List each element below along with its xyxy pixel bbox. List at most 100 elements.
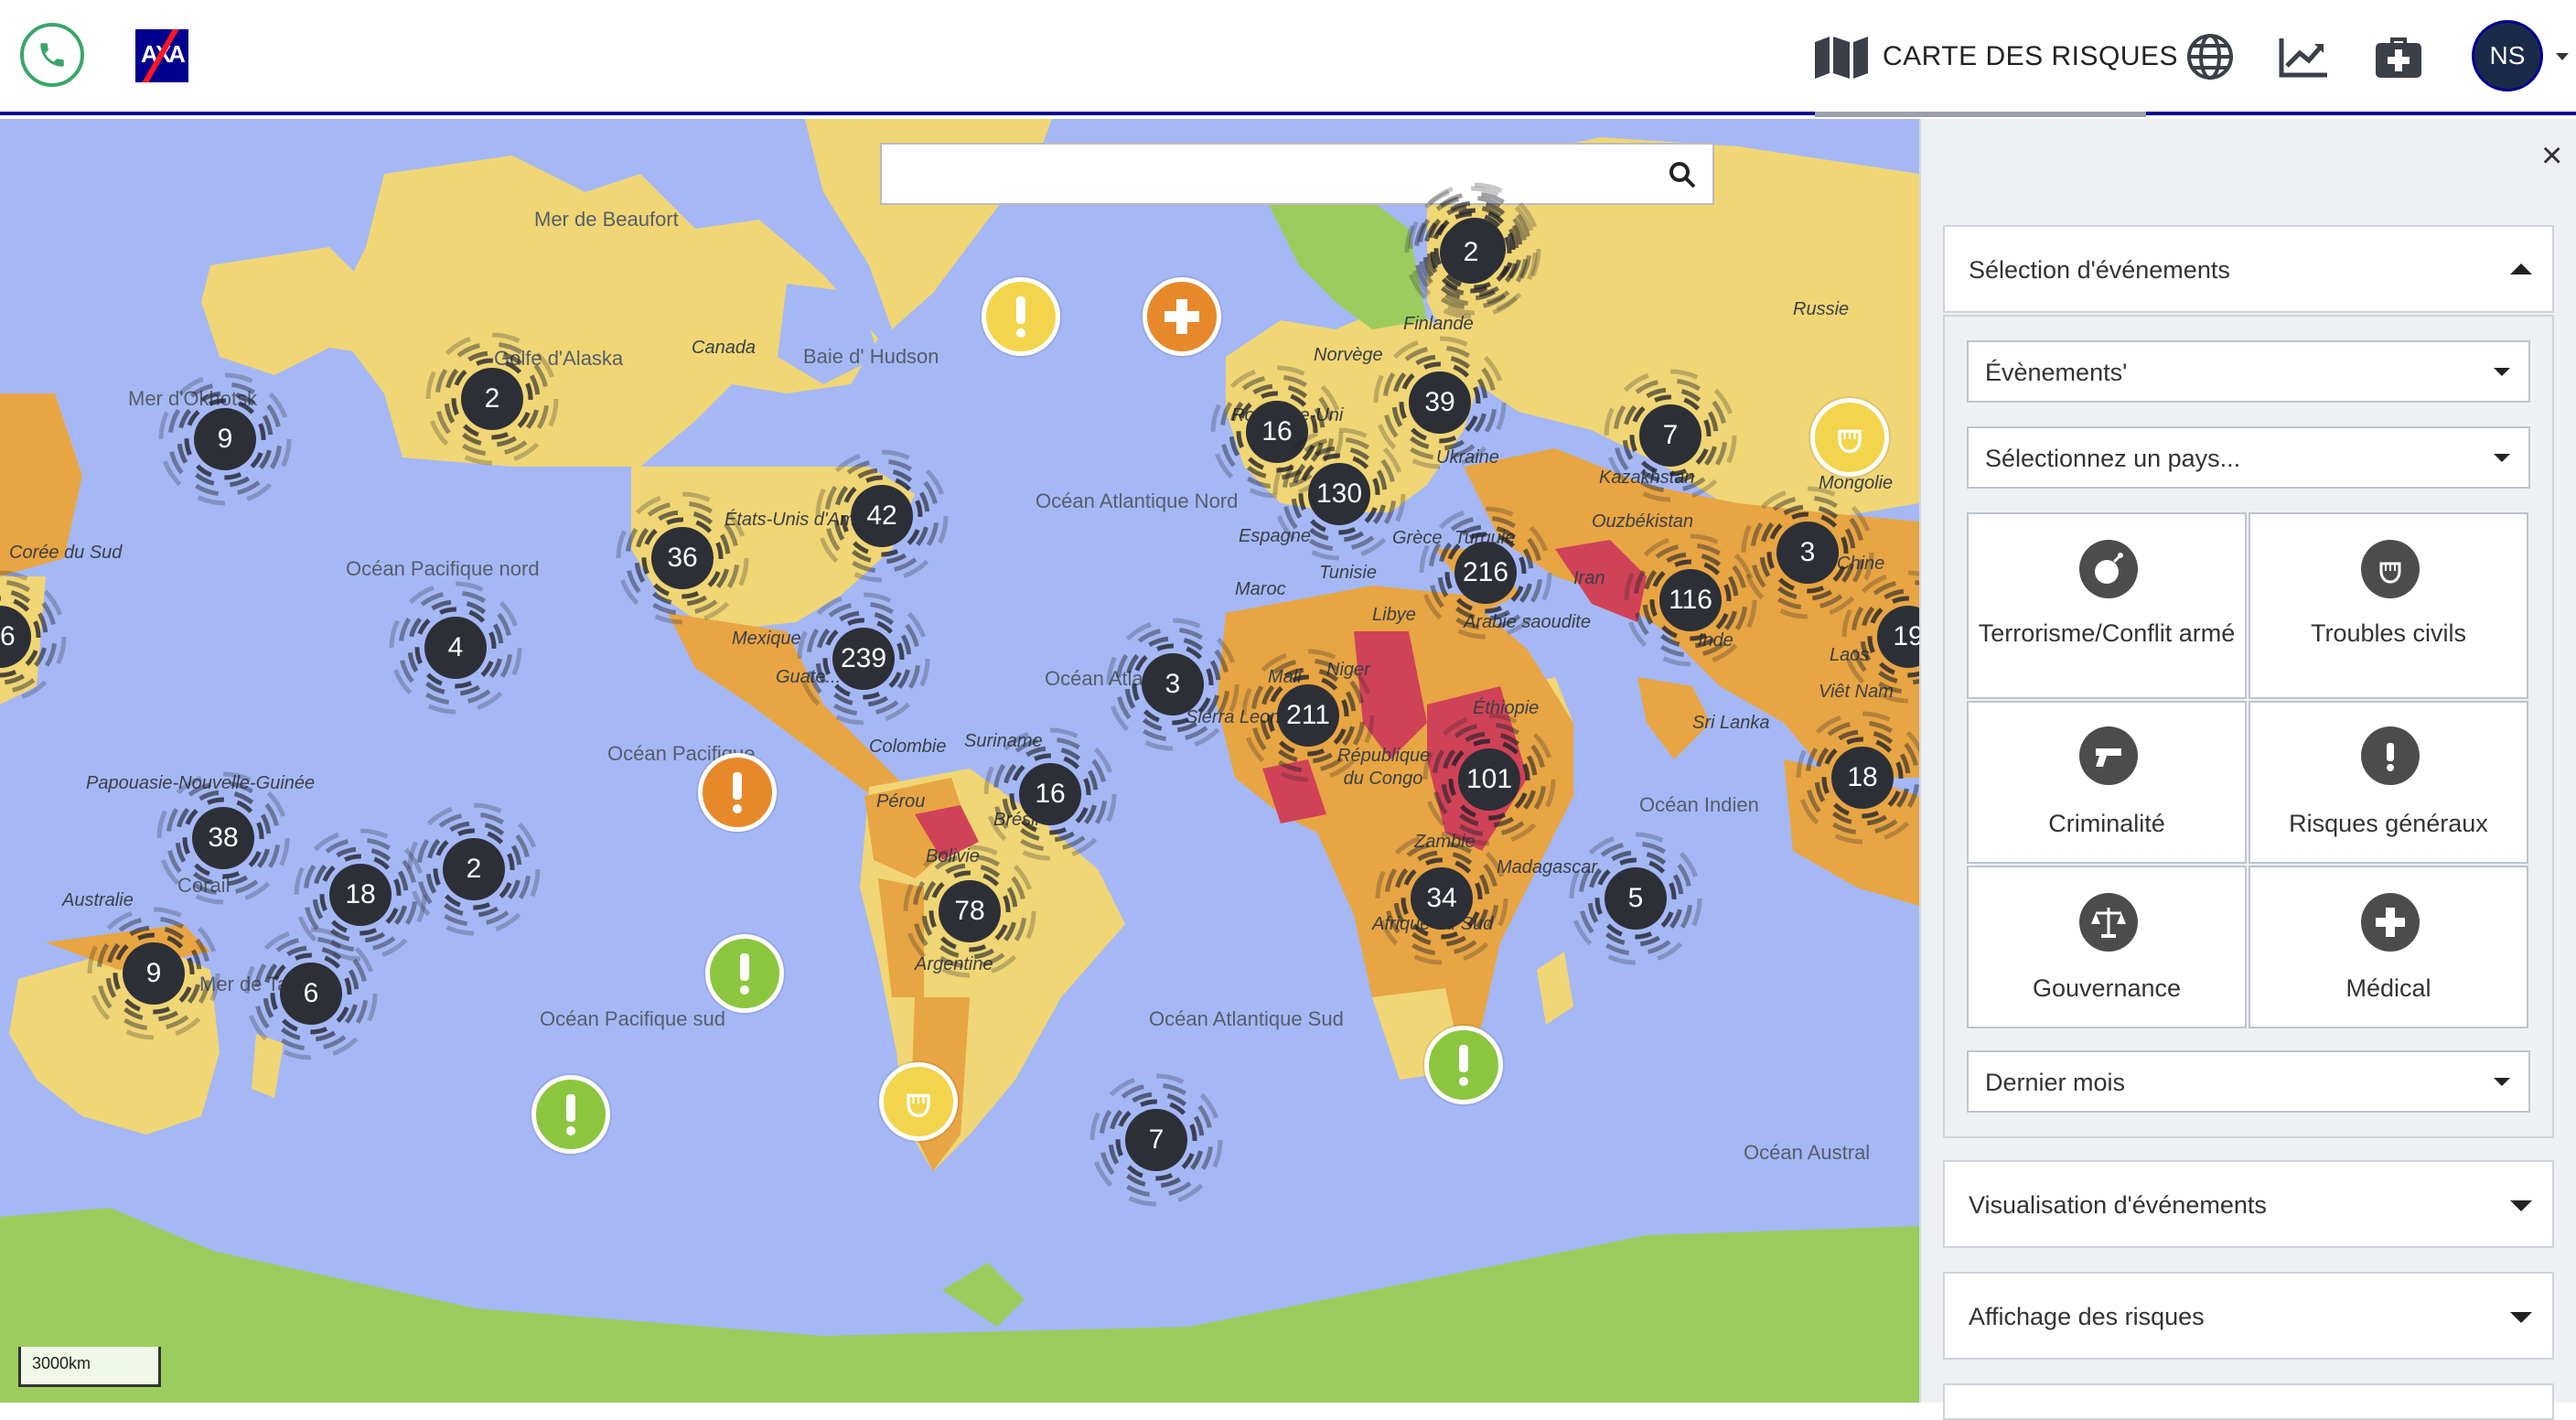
civil-unrest-alert-marker[interactable]: [879, 1062, 958, 1141]
map-label-colombie: Colombie: [869, 737, 947, 757]
map-scale-bar: 3000km: [18, 1347, 161, 1387]
category-governance-label: Gouvernance: [2032, 974, 2182, 1002]
civil-unrest-alert-marker[interactable]: [1810, 398, 1889, 477]
cluster-marker[interactable]: 9: [156, 371, 294, 508]
nav-risk-map[interactable]: CARTE DES RISQUES: [1813, 35, 2178, 79]
period-select-caret-icon: [2494, 1078, 2510, 1086]
cluster-marker[interactable]: 6: [242, 925, 380, 1062]
exclamation-icon: [1459, 1045, 1468, 1086]
map-label-tunisie: Tunisie: [1319, 563, 1377, 583]
section-visualisation-title: Visualisation d'événements: [1969, 1191, 2267, 1219]
cluster-marker[interactable]: 34: [1373, 830, 1510, 967]
section-risks-header[interactable]: Affichage des risques: [1943, 1272, 2554, 1360]
cluster-marker[interactable]: 36: [614, 489, 751, 627]
cluster-marker[interactable]: 78: [901, 843, 1038, 980]
cluster-marker[interactable]: 239: [795, 590, 932, 727]
category-terrorism[interactable]: Terrorisme/Conflit armé: [1967, 512, 2247, 699]
period-select-value: Dernier mois: [1985, 1069, 2126, 1096]
country-select[interactable]: Sélectionnez un pays...: [1967, 426, 2530, 489]
category-medical[interactable]: Médical: [2249, 866, 2528, 1028]
cluster-count: 2: [484, 383, 500, 414]
cluster-marker[interactable]: 3: [1104, 616, 1241, 753]
map-label-russie: Russie: [1793, 299, 1850, 319]
cluster-count: 211: [1286, 700, 1330, 730]
general-alert-marker[interactable]: [705, 934, 784, 1013]
general-alert-marker[interactable]: [1424, 1026, 1503, 1104]
cluster-count: 78: [954, 896, 985, 926]
exclamation-icon: [733, 772, 742, 813]
cluster-marker[interactable]: 101: [1421, 711, 1558, 848]
section-extra-header[interactable]: [1943, 1383, 2554, 1420]
map-search-box[interactable]: [880, 143, 1714, 205]
cluster-count: 38: [208, 823, 239, 853]
world-map-land: [0, 119, 1919, 1403]
user-menu-caret-icon[interactable]: [2556, 53, 2569, 60]
category-civil-unrest[interactable]: Troubles civils: [2249, 512, 2528, 699]
section-risks-title: Affichage des risques: [1969, 1303, 2205, 1330]
map-label-baie-hudson: Baie d' Hudson: [803, 345, 939, 368]
cluster-count: 19: [1893, 621, 1919, 651]
cluster-marker[interactable]: 2: [424, 330, 561, 468]
cluster-count: 216: [1462, 557, 1509, 587]
cluster-count: 7: [1148, 1124, 1165, 1155]
category-crime[interactable]: Criminalité: [1967, 701, 2247, 864]
general-alert-marker[interactable]: [698, 753, 777, 832]
period-select[interactable]: Dernier mois: [1967, 1050, 2530, 1113]
cluster-marker[interactable]: 39: [1371, 334, 1508, 471]
cluster-marker[interactable]: 211: [1240, 647, 1377, 784]
cluster-marker[interactable]: 16: [982, 726, 1119, 863]
cluster-marker[interactable]: 5: [1567, 830, 1704, 967]
cluster-count: 06: [0, 621, 16, 651]
section-events-header[interactable]: Sélection d'événements: [1943, 225, 2554, 313]
medical-alert-marker[interactable]: [1143, 277, 1221, 356]
cluster-marker[interactable]: 2: [1402, 184, 1540, 321]
events-select[interactable]: Évènements': [1967, 340, 2530, 403]
category-medical-label: Médical: [2345, 974, 2431, 1002]
exclamation-icon: [2361, 726, 2420, 785]
cluster-count: 2: [466, 854, 482, 884]
section-visualisation-header[interactable]: Visualisation d'événements: [1943, 1160, 2554, 1248]
cluster-marker[interactable]: 9: [85, 905, 222, 1042]
cluster-marker[interactable]: 4: [387, 579, 524, 716]
expand-caret-icon: [2510, 1200, 2532, 1211]
cluster-count: 239: [840, 643, 887, 673]
globe-icon: [2187, 34, 2233, 80]
cluster-marker[interactable]: 19: [1840, 568, 1919, 705]
axa-logo[interactable]: AXA: [135, 29, 188, 82]
trends-button[interactable]: [2278, 31, 2329, 82]
gun-icon: [2079, 726, 2138, 785]
trend-chart-icon: [2279, 38, 2327, 78]
bomb-icon: [2079, 540, 2138, 598]
category-crime-label: Criminalité: [2048, 810, 2165, 837]
cluster-count: 2: [1463, 237, 1479, 267]
cluster-marker[interactable]: 38: [155, 769, 292, 907]
cluster-count: 101: [1465, 764, 1513, 794]
map-label-mer-beaufort: Mer de Beaufort: [534, 208, 679, 231]
phone-button[interactable]: [20, 23, 84, 87]
cluster-marker[interactable]: 216: [1417, 504, 1554, 641]
cluster-marker[interactable]: 06: [0, 568, 69, 705]
globe-button[interactable]: [2184, 31, 2236, 82]
cluster-count: 18: [1847, 762, 1878, 792]
close-panel-icon[interactable]: ×: [2541, 137, 2562, 174]
category-general-risks[interactable]: Risques généraux: [2249, 701, 2528, 864]
category-civil-unrest-label: Troubles civils: [2310, 619, 2467, 647]
general-alert-marker[interactable]: [531, 1075, 610, 1154]
cluster-marker[interactable]: 7: [1088, 1071, 1225, 1209]
cluster-marker[interactable]: 18: [1794, 709, 1919, 846]
medical-kit-button[interactable]: [2373, 31, 2424, 82]
cluster-marker[interactable]: 7: [1602, 367, 1739, 504]
risk-map[interactable]: Mer de Beaufort Canada Baie d' Hudson Go…: [0, 119, 1919, 1403]
cluster-marker[interactable]: 2: [405, 801, 542, 938]
map-label-ocean-pacifique-nord: Océan Pacifique nord: [346, 557, 540, 580]
map-label-ocean-austral: Océan Austral: [1744, 1141, 1871, 1164]
cluster-marker[interactable]: 42: [813, 447, 950, 585]
map-search-input[interactable]: [904, 145, 1658, 201]
map-label-libye: Libye: [1372, 605, 1416, 625]
nav-risk-map-label: CARTE DES RISQUES: [1883, 41, 2179, 71]
expand-caret-icon: [2510, 1312, 2532, 1323]
user-avatar[interactable]: NS: [2472, 20, 2543, 91]
search-icon[interactable]: [1669, 161, 1696, 193]
general-alert-marker[interactable]: [982, 277, 1060, 356]
category-governance[interactable]: Gouvernance: [1967, 866, 2247, 1028]
